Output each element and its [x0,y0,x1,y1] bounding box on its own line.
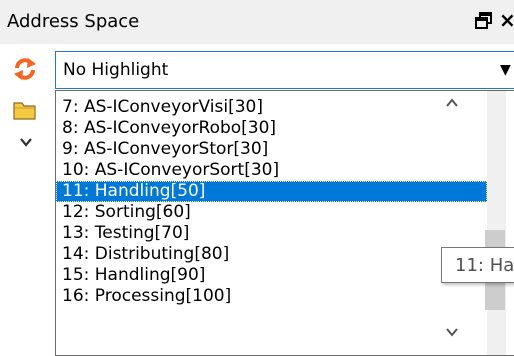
dropdown-arrow-icon[interactable]: ▼ [500,60,511,80]
list-item[interactable]: 13: Testing[70] [56,223,487,244]
scroll-up-icon[interactable] [446,98,458,107]
panel-title-bar: Address Space × [0,0,514,44]
scroll-down-icon[interactable] [446,328,458,337]
chevron-down-icon[interactable] [20,138,32,147]
highlight-select-value: No Highlight [63,60,169,80]
highlight-select[interactable]: No Highlight ▼ [55,51,514,89]
pin-window-icon[interactable] [475,12,492,29]
panel-title: Address Space [7,11,140,32]
list-item[interactable]: 7: AS-IConveyorVisi[30] [56,97,487,118]
close-icon[interactable]: × [499,8,514,32]
list-item[interactable]: 8: AS-IConveyorRobo[30] [56,118,487,139]
list-item-selected[interactable]: 11: Handling[50] [56,181,487,202]
list-item[interactable]: 14: Distributing[80] [56,244,487,265]
dropdown-list: 7: AS-IConveyorVisi[30] 8: AS-IConveyorRo… [55,90,514,356]
list-scrollbar[interactable] [487,91,506,355]
list-item[interactable]: 12: Sorting[60] [56,202,487,223]
list-item[interactable]: 16: Processing[100] [56,286,487,307]
list-item[interactable]: 10: AS-IConveyorSort[30] [56,160,487,181]
list-item[interactable]: 15: Handling[90] [56,265,487,286]
folder-icon [13,102,36,120]
list-item[interactable]: 9: AS-IConveyorStor[30] [56,139,487,160]
refresh-icon[interactable] [13,57,37,81]
tooltip-text: 11: Ha [455,255,514,276]
tooltip: 11: Ha [441,247,514,283]
